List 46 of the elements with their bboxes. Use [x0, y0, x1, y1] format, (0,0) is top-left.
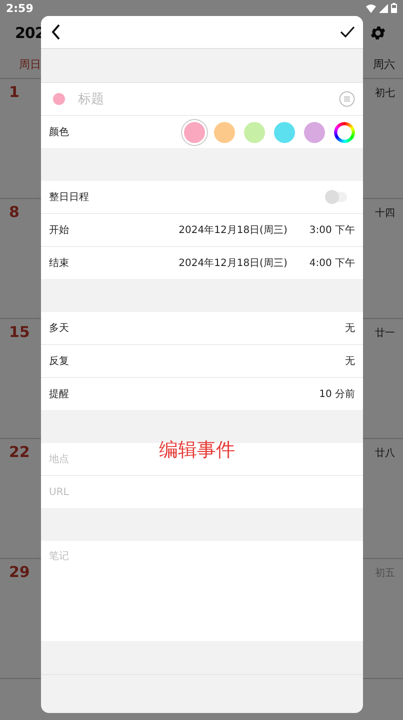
- day-number[interactable]: 1: [9, 83, 20, 198]
- status-time: 2:59: [6, 2, 34, 14]
- battery-icon: [391, 3, 397, 13]
- row-label: 提醒: [49, 388, 69, 401]
- color-swatch[interactable]: [184, 122, 205, 142]
- caption-text: 编辑事件: [159, 438, 235, 463]
- lunar-date: 廿八: [375, 446, 395, 461]
- day-number[interactable]: 22: [9, 443, 30, 558]
- row-label: 颜色: [49, 126, 69, 139]
- date-value[interactable]: 2024年12月18日(周三): [178, 223, 288, 237]
- row-label: 多天: [49, 322, 69, 335]
- day-number[interactable]: 8: [9, 203, 20, 318]
- row-label: 开始: [49, 224, 69, 237]
- weekday-label: 周六: [373, 56, 395, 72]
- day-number[interactable]: 29: [9, 563, 30, 678]
- input-field[interactable]: 地点: [49, 452, 69, 466]
- list-icon[interactable]: [339, 91, 355, 107]
- time-value[interactable]: 3:00 下午: [309, 223, 355, 237]
- check-icon[interactable]: [340, 26, 355, 38]
- lunar-date: 初七: [375, 86, 395, 101]
- input-field[interactable]: URL: [49, 486, 69, 498]
- signal-icon: [379, 4, 388, 12]
- color-swatch[interactable]: [274, 122, 295, 142]
- row-label: 结束: [49, 256, 69, 270]
- toggle-switch[interactable]: [327, 192, 347, 202]
- color-swatch[interactable]: [304, 122, 325, 142]
- day-number[interactable]: 15: [9, 323, 30, 438]
- notes-field[interactable]: 笔记: [49, 549, 69, 563]
- color-swatch[interactable]: [244, 122, 265, 142]
- lunar-date: 十四: [375, 206, 395, 221]
- wifi-icon: [366, 4, 376, 12]
- color-swatch[interactable]: [214, 122, 235, 142]
- row-value[interactable]: 无: [345, 354, 355, 368]
- lunar-date: 廿一: [375, 326, 395, 341]
- row-value[interactable]: 无: [345, 321, 355, 335]
- row-label: 反复: [49, 355, 69, 368]
- date-value[interactable]: 2024年12月18日(周三): [178, 256, 288, 270]
- color-wheel-icon[interactable]: [334, 122, 355, 142]
- row-label: 整日日程: [49, 191, 89, 204]
- title-field[interactable]: 标题: [78, 90, 104, 108]
- weekday-label: 周日: [19, 56, 41, 72]
- event-color-dot: [53, 93, 65, 105]
- row-value[interactable]: 10 分前: [319, 387, 355, 401]
- settings-icon[interactable]: [369, 24, 387, 42]
- time-value[interactable]: 4:00 下午: [309, 256, 355, 270]
- back-icon[interactable]: [51, 24, 61, 40]
